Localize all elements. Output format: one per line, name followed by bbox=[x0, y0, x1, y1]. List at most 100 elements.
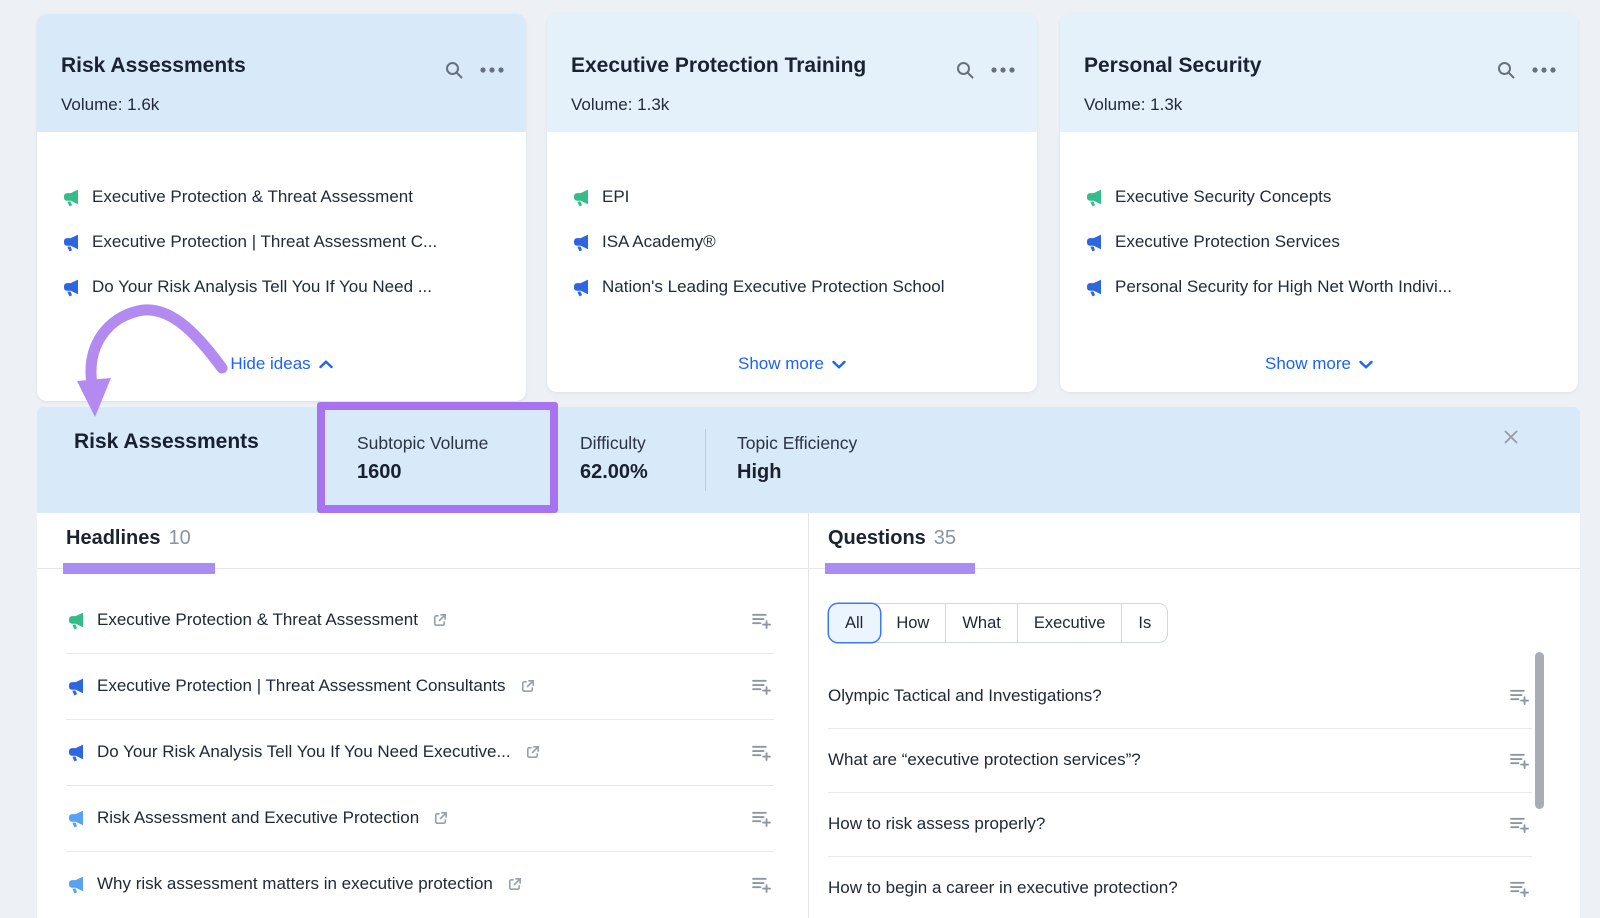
add-to-list-icon[interactable] bbox=[1509, 750, 1532, 771]
headline-row[interactable]: Executive Protection | Threat Assessment… bbox=[66, 653, 774, 720]
idea-list: Executive Protection & Threat Assessment… bbox=[61, 174, 512, 309]
card-volume: Volume: 1.6k bbox=[61, 95, 159, 115]
question-row[interactable]: How to begin a career in executive prote… bbox=[828, 856, 1532, 918]
megaphone-icon bbox=[1084, 277, 1104, 297]
add-to-list-icon[interactable] bbox=[1509, 878, 1532, 899]
search-icon[interactable] bbox=[955, 60, 975, 80]
card-header-actions bbox=[444, 60, 504, 80]
question-row[interactable]: What are “executive protection services”… bbox=[828, 728, 1532, 793]
filter-tab-all[interactable]: All bbox=[829, 604, 880, 642]
card-volume: Volume: 1.3k bbox=[571, 95, 669, 115]
metric-divider bbox=[705, 429, 706, 491]
heading-divider bbox=[37, 568, 1580, 569]
megaphone-icon bbox=[66, 874, 86, 894]
headline-row[interactable]: Do Your Risk Analysis Tell You If You Ne… bbox=[66, 719, 774, 786]
filter-tab-is[interactable]: Is bbox=[1122, 604, 1167, 642]
hide-ideas-label: Hide ideas bbox=[230, 354, 310, 374]
more-options-icon[interactable] bbox=[1532, 67, 1556, 73]
add-to-list-icon[interactable] bbox=[751, 742, 774, 763]
add-to-list-icon[interactable] bbox=[751, 808, 774, 829]
idea-item[interactable]: Personal Security for High Net Worth Ind… bbox=[1084, 264, 1564, 309]
chevron-down-icon bbox=[832, 354, 846, 374]
difficulty-label: Difficulty bbox=[580, 433, 646, 454]
topic-card-executive-protection-training: Executive Protection Training Volume: 1.… bbox=[547, 14, 1037, 392]
idea-label: Executive Protection | Threat Assessment… bbox=[92, 232, 437, 252]
idea-label: ISA Academy® bbox=[602, 232, 716, 252]
megaphone-icon bbox=[1084, 232, 1104, 252]
add-to-list-icon[interactable] bbox=[751, 610, 774, 631]
idea-item[interactable]: ISA Academy® bbox=[571, 219, 1023, 264]
megaphone-icon bbox=[66, 808, 86, 828]
hide-ideas-link[interactable]: Hide ideas bbox=[37, 354, 526, 374]
card-title: Personal Security bbox=[1084, 54, 1261, 78]
idea-item[interactable]: Executive Protection & Threat Assessment bbox=[61, 174, 512, 219]
close-icon[interactable] bbox=[1499, 425, 1523, 449]
idea-item[interactable]: Do Your Risk Analysis Tell You If You Ne… bbox=[61, 264, 512, 309]
questions-heading: Questions35 bbox=[828, 527, 956, 550]
filter-tab-what[interactable]: What bbox=[946, 604, 1018, 642]
chevron-up-icon bbox=[319, 354, 333, 374]
add-to-list-icon[interactable] bbox=[1509, 686, 1532, 707]
headline-row[interactable]: Executive Protection & Threat Assessment bbox=[66, 587, 774, 654]
search-icon[interactable] bbox=[1496, 60, 1516, 80]
detail-panel-body: Headlines10 Executive Protection & Threa… bbox=[37, 513, 1580, 918]
idea-item[interactable]: EPI bbox=[571, 174, 1023, 219]
card-volume: Volume: 1.3k bbox=[1084, 95, 1182, 115]
subtopic-detail-panel-header bbox=[37, 407, 1580, 513]
megaphone-icon bbox=[571, 232, 591, 252]
idea-label: Executive Protection & Threat Assessment bbox=[92, 187, 413, 207]
external-link-icon[interactable] bbox=[524, 744, 541, 761]
headline-label: Risk Assessment and Executive Protection bbox=[97, 808, 419, 828]
external-link-icon[interactable] bbox=[519, 678, 536, 695]
filter-tab-how[interactable]: How bbox=[880, 604, 946, 642]
question-label: How to risk assess properly? bbox=[828, 814, 1045, 834]
topic-card-personal-security: Personal Security Volume: 1.3k Executive… bbox=[1060, 14, 1578, 392]
more-options-icon[interactable] bbox=[991, 67, 1015, 73]
megaphone-icon bbox=[61, 277, 81, 297]
megaphone-icon bbox=[66, 742, 86, 762]
question-filter-tabs: All How What Executive Is bbox=[828, 603, 1168, 643]
idea-label: Personal Security for High Net Worth Ind… bbox=[1115, 277, 1452, 297]
headline-row[interactable]: Risk Assessment and Executive Protection bbox=[66, 785, 774, 852]
megaphone-icon bbox=[66, 610, 86, 630]
add-to-list-icon[interactable] bbox=[1509, 814, 1532, 835]
question-label: How to begin a career in executive prote… bbox=[828, 878, 1178, 898]
megaphone-icon bbox=[571, 187, 591, 207]
idea-label: Executive Protection Services bbox=[1115, 232, 1340, 252]
card-header: Personal Security Volume: 1.3k bbox=[1060, 14, 1578, 132]
card-header-actions bbox=[955, 60, 1015, 80]
external-link-icon[interactable] bbox=[431, 612, 448, 629]
headline-label: Do Your Risk Analysis Tell You If You Ne… bbox=[97, 742, 511, 762]
card-header: Risk Assessments Volume: 1.6k bbox=[37, 14, 526, 132]
search-icon[interactable] bbox=[444, 60, 464, 80]
topic-research-board: Risk Assessments Volume: 1.6k Executive … bbox=[0, 0, 1600, 918]
detail-panel-title: Risk Assessments bbox=[74, 430, 259, 454]
headlines-heading: Headlines10 bbox=[66, 527, 191, 550]
external-link-icon[interactable] bbox=[506, 876, 523, 893]
show-more-link[interactable]: Show more bbox=[547, 354, 1037, 374]
external-link-icon[interactable] bbox=[432, 810, 449, 827]
filter-tab-executive[interactable]: Executive bbox=[1018, 604, 1123, 642]
card-title: Risk Assessments bbox=[61, 54, 246, 78]
headline-row[interactable]: Why risk assessment matters in executive… bbox=[66, 851, 774, 917]
idea-label: EPI bbox=[602, 187, 629, 207]
add-to-list-icon[interactable] bbox=[751, 874, 774, 895]
idea-item[interactable]: Executive Security Concepts bbox=[1084, 174, 1564, 219]
idea-item[interactable]: Executive Protection Services bbox=[1084, 219, 1564, 264]
scrollbar-thumb[interactable] bbox=[1535, 652, 1544, 809]
card-title: Executive Protection Training bbox=[571, 54, 866, 78]
question-row[interactable]: Olympic Tactical and Investigations? bbox=[828, 664, 1532, 729]
headlines-title: Headlines bbox=[66, 527, 160, 549]
idea-label: Executive Security Concepts bbox=[1115, 187, 1331, 207]
column-divider bbox=[808, 513, 809, 918]
question-row[interactable]: How to risk assess properly? bbox=[828, 792, 1532, 857]
topic-efficiency-label: Topic Efficiency bbox=[737, 433, 857, 454]
question-label: What are “executive protection services”… bbox=[828, 750, 1141, 770]
idea-item[interactable]: Nation's Leading Executive Protection Sc… bbox=[571, 264, 1023, 309]
more-options-icon[interactable] bbox=[480, 67, 504, 73]
subtopic-volume-label: Subtopic Volume bbox=[357, 433, 488, 454]
show-more-link[interactable]: Show more bbox=[1060, 354, 1578, 374]
subtopic-volume-value: 1600 bbox=[357, 461, 402, 484]
idea-item[interactable]: Executive Protection | Threat Assessment… bbox=[61, 219, 512, 264]
add-to-list-icon[interactable] bbox=[751, 676, 774, 697]
